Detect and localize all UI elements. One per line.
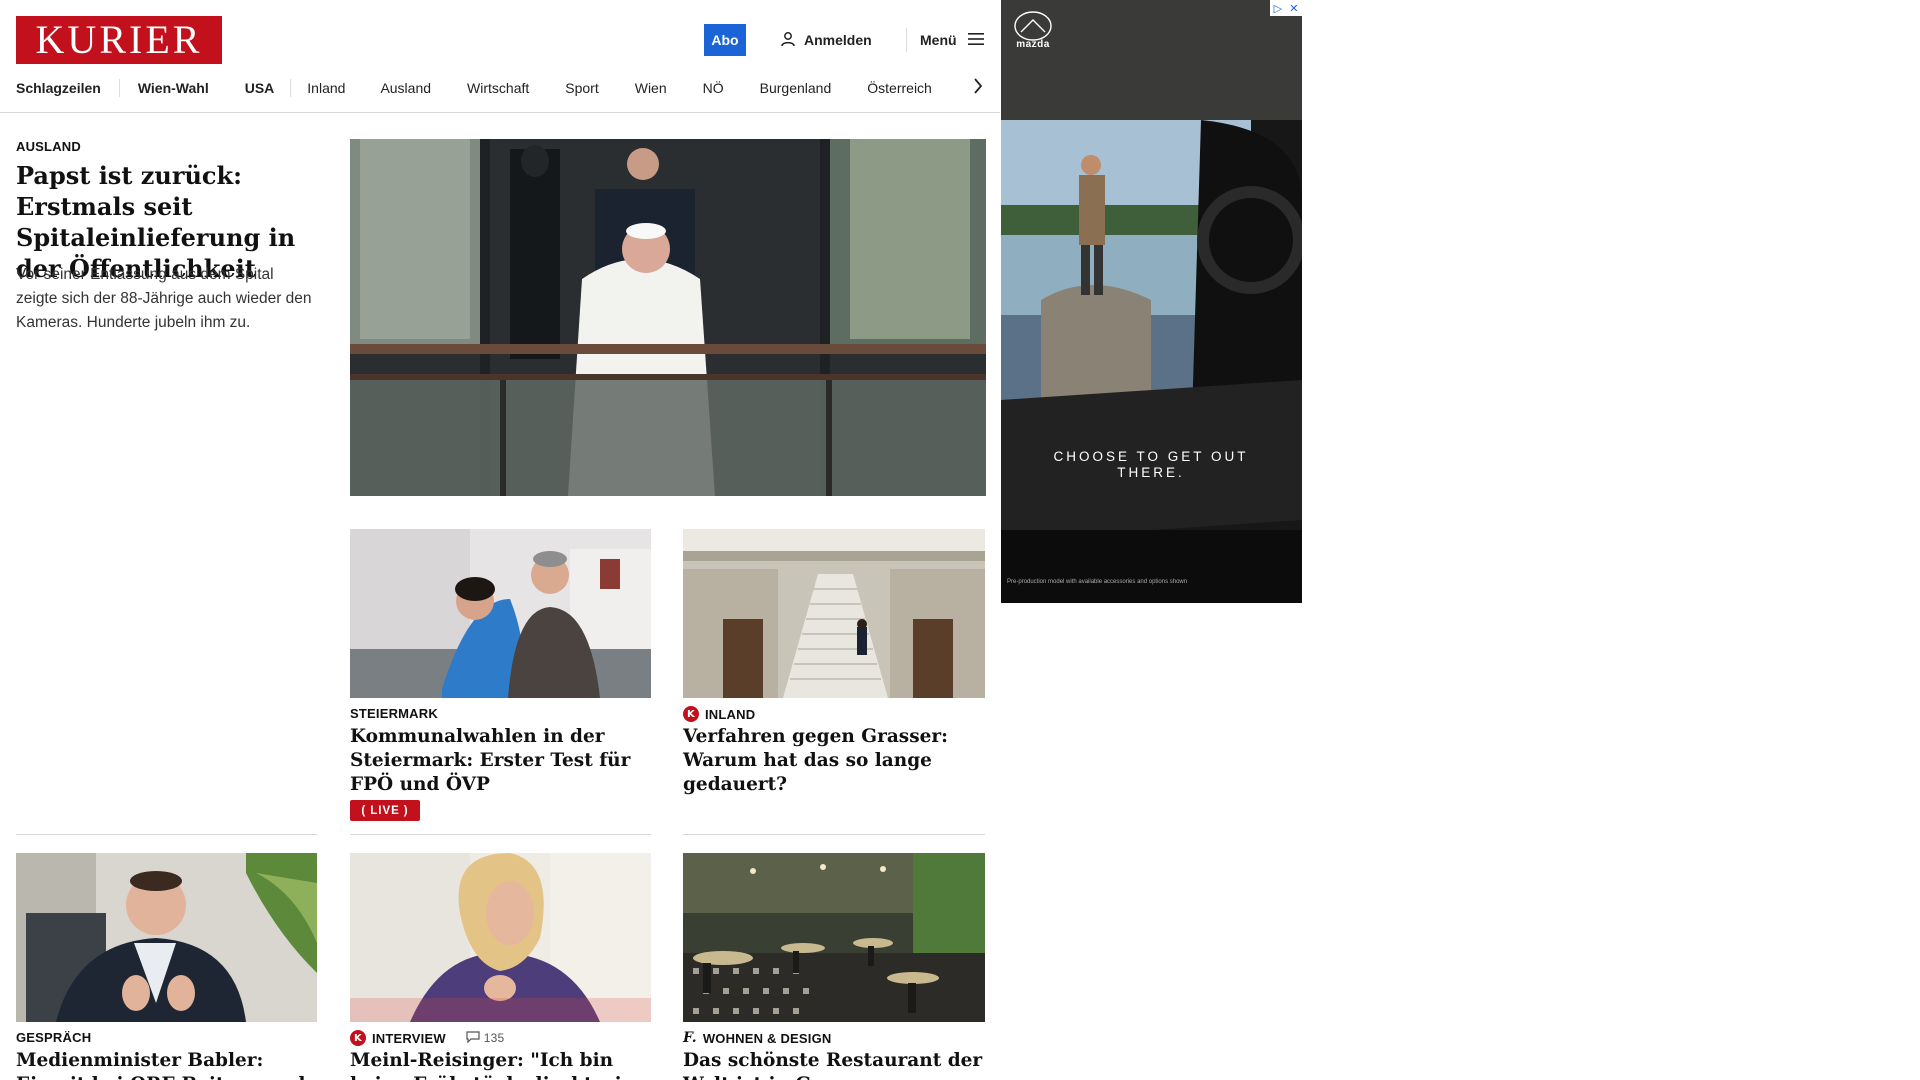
card-image-babler[interactable]	[16, 853, 317, 1022]
card-kicker-inland[interactable]: K INLAND	[683, 706, 755, 722]
login-label: Anmelden	[804, 32, 872, 48]
mazda-logo-text: mazda	[1016, 39, 1050, 50]
login-button[interactable]: Anmelden	[780, 28, 872, 52]
card-kicker-steiermark[interactable]: STEIERMARK	[350, 706, 438, 721]
nav-item-wien-wahl[interactable]: Wien-Wahl	[138, 80, 209, 96]
mazda-ad[interactable]: mazda CHOOSE TO GET OUT THERE. Pre-produ…	[1001, 0, 1302, 603]
nav-item-usa[interactable]: USA	[245, 80, 275, 96]
ad-disclaimer: Pre-production model with available acce…	[1007, 579, 1188, 585]
chevron-right-icon	[973, 77, 983, 99]
nav-item-burgenland[interactable]: Burgenland	[760, 80, 832, 96]
card-kicker-label: STEIERMARK	[350, 706, 438, 721]
row-divider	[16, 834, 317, 835]
live-label: LIVE	[370, 804, 400, 817]
card-image-grasser[interactable]	[683, 529, 985, 698]
comment-count[interactable]: 135	[466, 1030, 505, 1046]
close-icon[interactable]: ✕	[1289, 2, 1298, 15]
nav-item-schlagzeilen[interactable]: Schlagzeilen	[16, 80, 101, 96]
nav-divider-line	[0, 112, 1000, 113]
hamburger-icon	[967, 32, 985, 49]
user-icon	[780, 31, 796, 50]
card-kicker-label: WOHNEN & DESIGN	[702, 1030, 832, 1046]
card-image-steiermark[interactable]	[350, 529, 651, 698]
nav-next-button[interactable]	[968, 76, 988, 100]
kurier-plus-icon: K	[683, 706, 699, 722]
ad-headline: CHOOSE TO GET OUT THERE.	[1053, 449, 1249, 480]
card-kicker-label: INLAND	[705, 706, 756, 722]
comment-count-value: 135	[483, 1031, 505, 1045]
kurier-logo[interactable]: KURIER	[16, 16, 222, 64]
freizeit-icon: f.	[683, 1030, 697, 1046]
nav-divider	[290, 79, 292, 97]
lead-kicker[interactable]: AUSLAND	[16, 139, 81, 154]
section-nav: Schlagzeilen Wien-Wahl USA Inland Auslan…	[16, 76, 986, 100]
card-kicker-wohnen-design[interactable]: f. WOHNEN & DESIGN	[683, 1030, 831, 1046]
card-headline-grasser[interactable]: Verfahren gegen Grasser: Warum hat das s…	[683, 725, 988, 797]
nav-item-wien[interactable]: Wien	[635, 80, 667, 96]
abo-button[interactable]: Abo	[704, 24, 746, 56]
row-divider	[683, 834, 985, 835]
menu-label: Menü	[920, 32, 957, 48]
live-badge[interactable]: ( LIVE )	[350, 800, 420, 821]
card-kicker-gespraech[interactable]: GESPRÄCH	[16, 1030, 91, 1045]
nav-divider	[118, 79, 120, 97]
comment-icon	[466, 1030, 480, 1046]
nav-item-wirtschaft[interactable]: Wirtschaft	[467, 80, 529, 96]
menu-button[interactable]: Menü	[920, 28, 985, 52]
card-kicker-label: GESPRÄCH	[16, 1030, 92, 1045]
card-kicker-label: INTERVIEW	[372, 1030, 446, 1046]
card-image-restaurant[interactable]	[683, 853, 985, 1022]
card-image-meinl-reisinger[interactable]	[350, 853, 651, 1022]
nav-item-ausland[interactable]: Ausland	[380, 80, 431, 96]
card-kicker-interview[interactable]: K INTERVIEW 135	[350, 1030, 504, 1046]
lead-teaser[interactable]: Vor seiner Entlassung aus dem Spital zei…	[16, 263, 316, 335]
kurier-plus-icon: K	[350, 1030, 366, 1046]
ad-controls: ▷ ✕	[1270, 0, 1302, 16]
nav-item-sport[interactable]: Sport	[565, 80, 598, 96]
card-headline-babler[interactable]: Medienminister Babler: Eiszeit bei ORF-B…	[16, 1049, 326, 1080]
nav-item-noe[interactable]: NÖ	[703, 80, 724, 96]
nav-item-oesterreich[interactable]: Österreich	[867, 80, 932, 96]
card-headline-restaurant[interactable]: Das schönste Restaurant der Welt ist in …	[683, 1049, 988, 1080]
row-divider	[350, 834, 651, 835]
header-divider	[906, 28, 907, 52]
card-headline-meinl-reisinger[interactable]: Meinl-Reisinger: "Ich bin keine Frühstüc…	[350, 1049, 655, 1080]
lead-image-pope-balcony[interactable]	[350, 139, 986, 496]
adchoices-icon[interactable]: ▷	[1274, 2, 1282, 15]
card-headline-steiermark[interactable]: Kommunalwahlen in der Steiermark: Erster…	[350, 725, 650, 797]
nav-item-inland[interactable]: Inland	[307, 80, 345, 96]
